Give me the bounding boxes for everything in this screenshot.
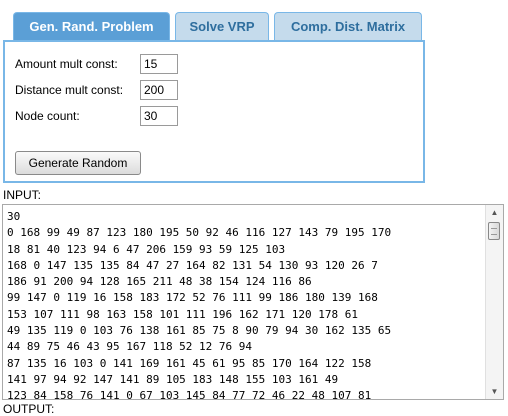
input-line: 186 91 200 94 128 165 211 48 38 154 124 …	[7, 275, 312, 289]
distance-mult-input[interactable]	[140, 80, 178, 100]
output-label: OUTPUT:	[3, 402, 55, 416]
input-line: 0 168 99 49 87 123 180 195 50 92 46 116 …	[7, 226, 392, 240]
input-line: 18 81 40 123 94 6 47 206 159 93 59 125 1…	[7, 242, 286, 256]
scrollbar-thumb[interactable]	[488, 222, 500, 240]
input-line: 44 89 75 46 43 95 167 118 52 12 76 94	[7, 340, 253, 354]
input-label: INPUT:	[3, 188, 42, 202]
vertical-scrollbar[interactable]: ▲ ▼	[485, 205, 503, 399]
node-count-input[interactable]	[140, 106, 178, 126]
tab-comp-dist-matrix[interactable]: Comp. Dist. Matrix	[274, 12, 422, 40]
tab-solve-vrp[interactable]: Solve VRP	[175, 12, 269, 40]
input-line: 168 0 147 135 135 84 47 27 164 82 131 54…	[7, 258, 378, 272]
input-textarea[interactable]: 30 0 168 99 49 87 123 180 195 50 92 46 11…	[2, 204, 504, 400]
scroll-down-icon[interactable]: ▼	[486, 384, 503, 399]
input-line: 49 135 119 0 103 76 138 161 85 75 8 90 7…	[7, 324, 392, 338]
amount-mult-label: Amount mult const:	[15, 57, 118, 71]
input-line: 99 147 0 119 16 158 183 172 52 76 111 99…	[7, 291, 378, 305]
tab-bar: Gen. Rand. Problem Solve VRP Comp. Dist.…	[0, 0, 508, 40]
input-line: 141 97 94 92 147 141 89 105 183 148 155 …	[7, 372, 339, 386]
distance-mult-label: Distance mult const:	[15, 83, 124, 97]
node-count-label: Node count:	[15, 109, 80, 123]
node-count-row: Node count:	[15, 106, 178, 126]
input-line: 87 135 16 103 0 141 169 161 45 61 95 85 …	[7, 356, 372, 370]
scroll-up-icon[interactable]: ▲	[486, 205, 503, 220]
input-line: 30	[7, 210, 21, 223]
distance-row: Distance mult const:	[15, 80, 178, 100]
amount-row: Amount mult const:	[15, 54, 178, 74]
input-line: 153 107 111 98 163 158 101 111 196 162 1…	[7, 307, 358, 321]
gen-rand-panel: Amount mult const: Distance mult const: …	[3, 40, 425, 183]
input-line: 123 84 158 76 141 0 67 103 145 84 77 72 …	[7, 389, 372, 399]
amount-mult-input[interactable]	[140, 54, 178, 74]
generate-random-button[interactable]: Generate Random	[15, 151, 141, 175]
input-text-content[interactable]: 30 0 168 99 49 87 123 180 195 50 92 46 11…	[3, 205, 485, 399]
tab-gen-rand-problem[interactable]: Gen. Rand. Problem	[13, 12, 170, 40]
